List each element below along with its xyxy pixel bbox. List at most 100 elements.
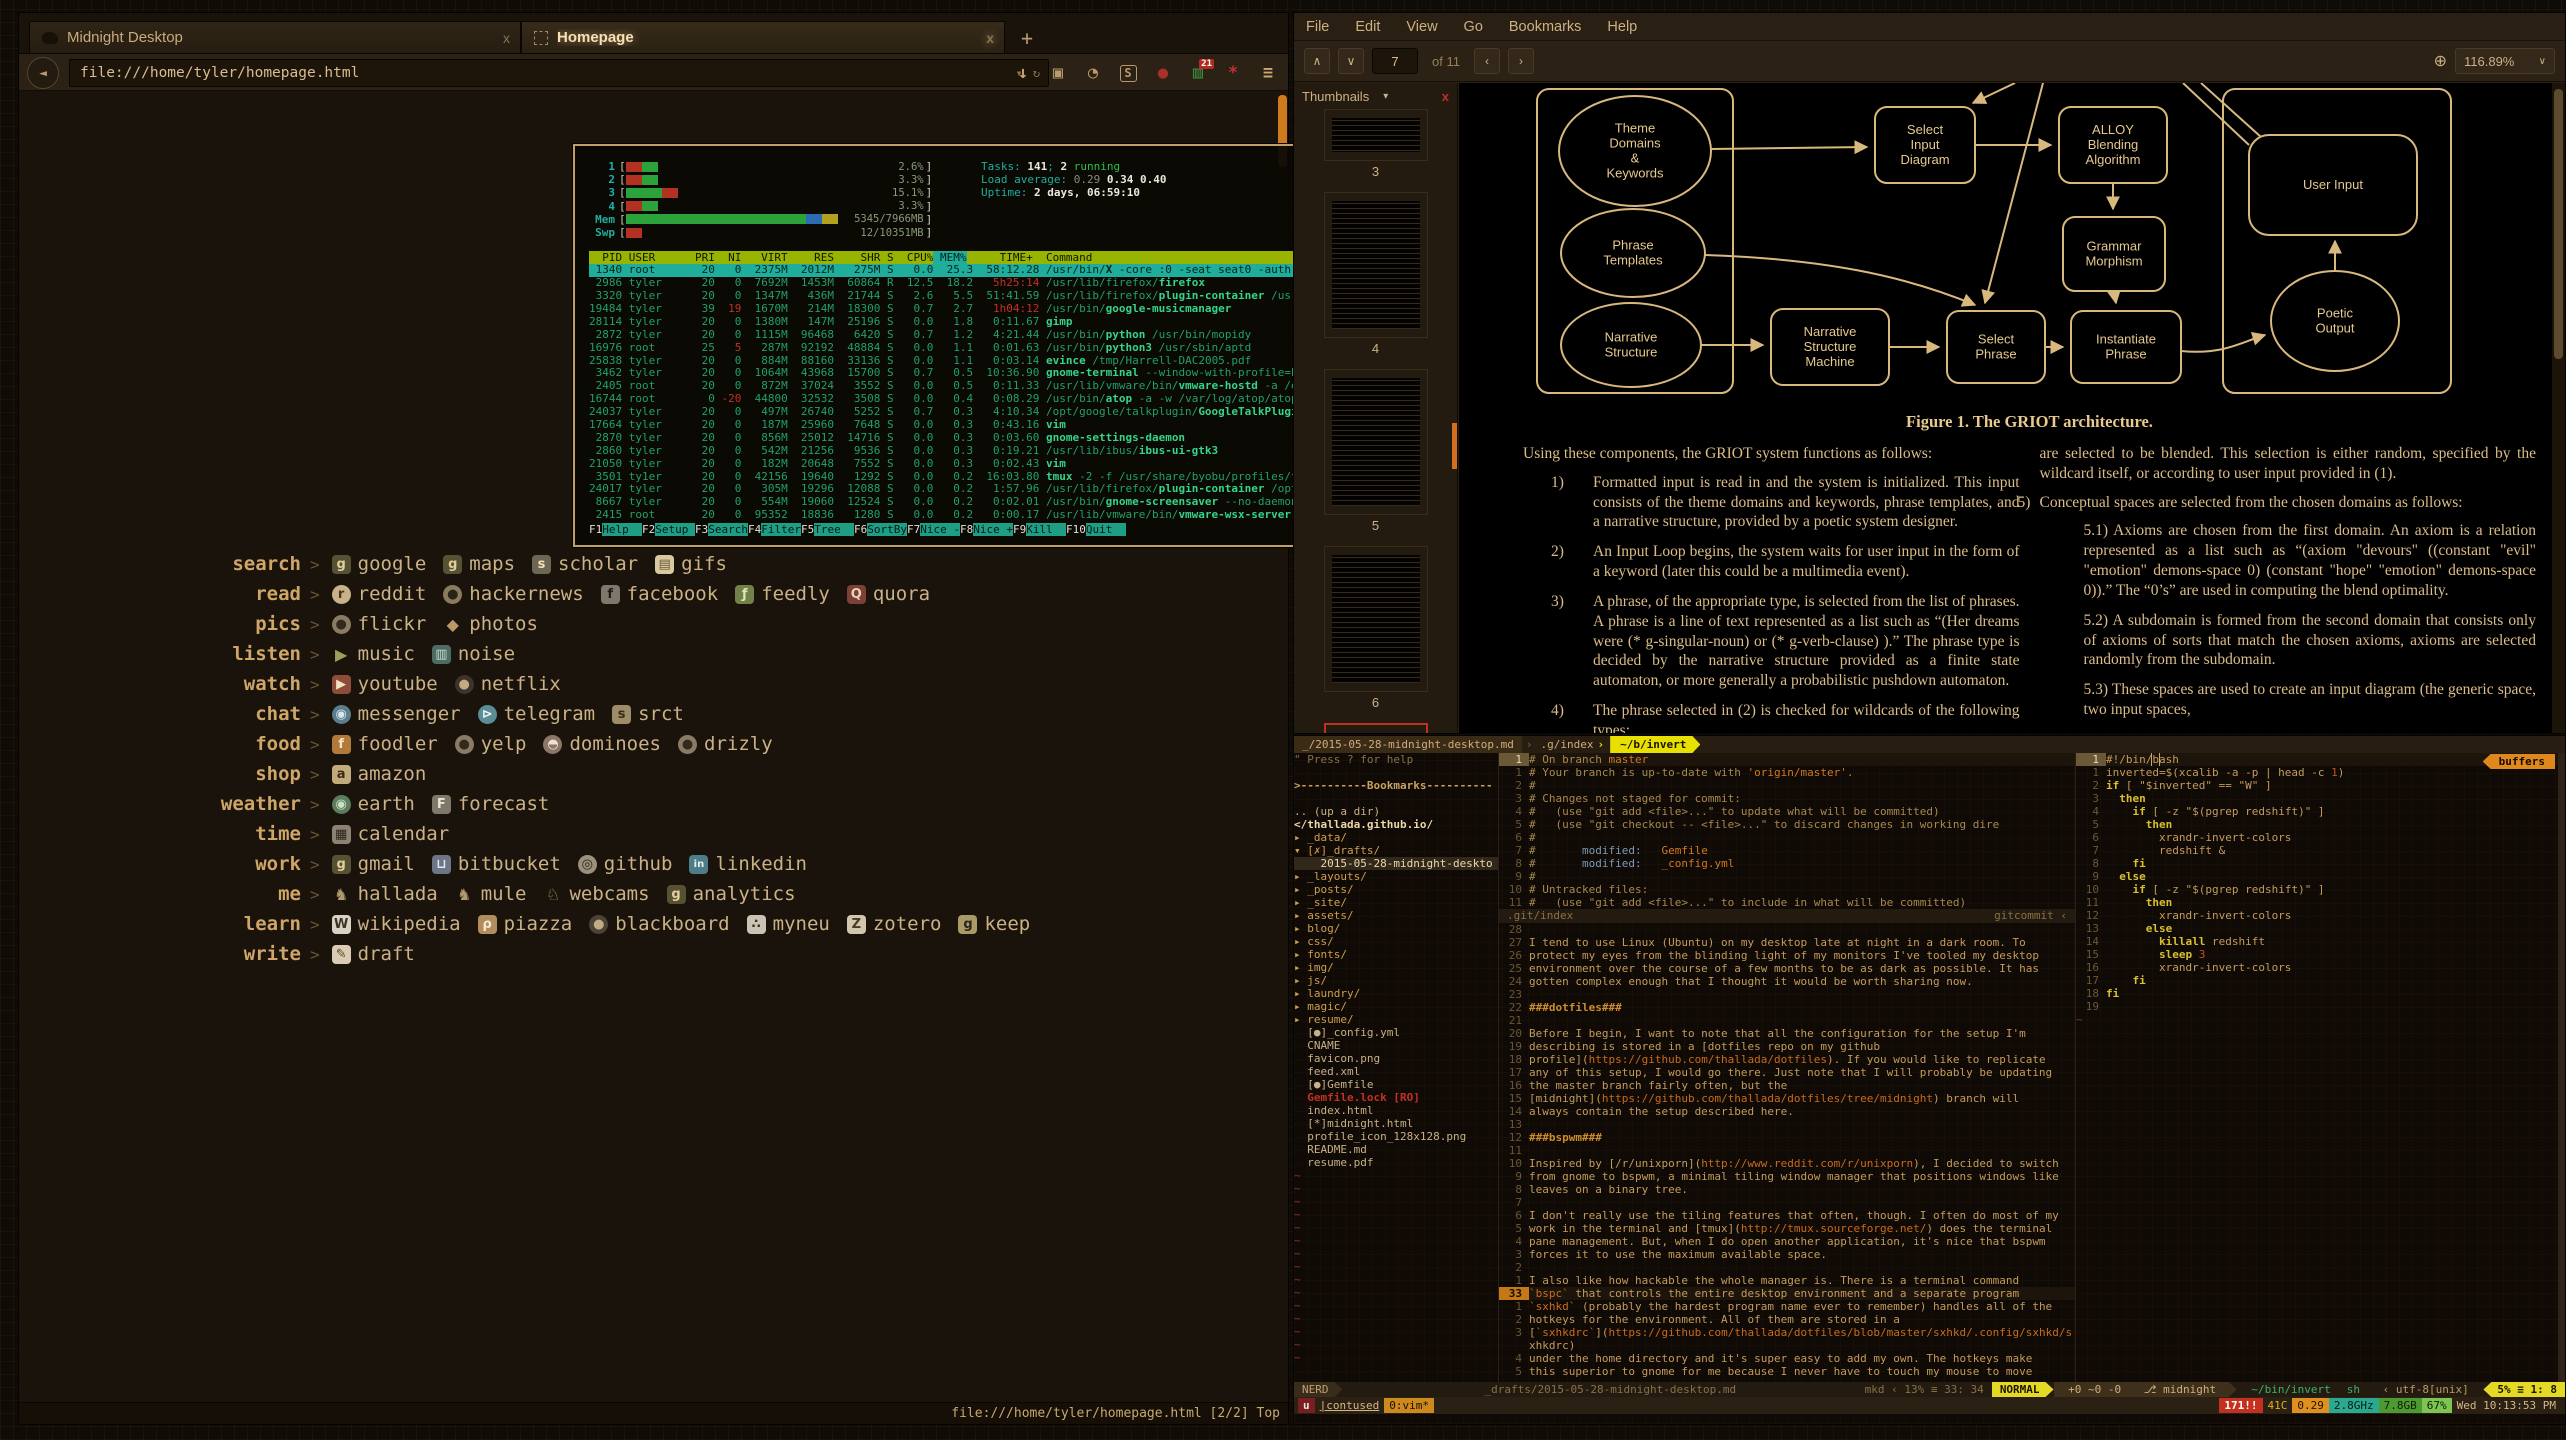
close-sidebar-icon[interactable]: x [1442, 89, 1449, 104]
link-messenger[interactable]: ◉messenger [332, 703, 461, 725]
close-tab-icon[interactable]: x [503, 30, 510, 46]
fkey-F3[interactable]: F3Search [695, 523, 748, 536]
link-gmail[interactable]: ggmail [332, 853, 415, 875]
link-scholar[interactable]: sscholar [532, 553, 638, 575]
process-row[interactable]: 2415 root 20 0 95352 18836 1280 S 0.0 0.… [589, 509, 1310, 522]
tab-midnight-desktop[interactable]: Midnight Desktop x [29, 21, 521, 53]
link-foodler[interactable]: ffoodler [332, 733, 438, 755]
menu-help[interactable]: Help [1607, 19, 1637, 35]
tree-item[interactable]: ▸ _data/ [1294, 831, 1498, 844]
tree-item[interactable]: ▸ _posts/ [1294, 883, 1498, 896]
new-tab-button[interactable]: + [1005, 24, 1049, 52]
tree-item[interactable]: ▸ assets/ [1294, 909, 1498, 922]
fkey-F5[interactable]: F5Tree [801, 523, 854, 536]
thumbnail-page-6[interactable] [1324, 546, 1428, 692]
back-button[interactable]: ◄ [27, 57, 59, 89]
tree-item[interactable]: profile_icon_128x128.png [1294, 1130, 1498, 1143]
tree-item[interactable]: ▾ [✗]_drafts/ [1294, 844, 1498, 857]
link-github[interactable]: ◎github [578, 853, 673, 875]
fkey-F9[interactable]: F9Kill [1013, 523, 1066, 536]
adblock-icon[interactable]: ● [1153, 62, 1173, 84]
link-flickr[interactable]: ●flickr [332, 613, 427, 635]
page-up-button[interactable]: ∧ [1304, 48, 1330, 74]
sort-column-mem[interactable]: MEM% [933, 251, 966, 264]
sidebar-mode-label[interactable]: Thumbnails [1302, 89, 1369, 104]
link-amazon[interactable]: aamazon [332, 763, 427, 785]
thumbnail-page-3[interactable] [1324, 109, 1428, 161]
tree-tabs-icon[interactable]: ▥21 [1188, 62, 1208, 84]
menu-edit[interactable]: Edit [1355, 19, 1380, 35]
pdf-scrollbar[interactable] [2552, 83, 2565, 733]
link-music[interactable]: ▶music [332, 643, 415, 665]
buffers-tab[interactable]: buffers [2483, 754, 2555, 769]
link-hallada[interactable]: ♞hallada [332, 883, 438, 905]
link-linkedin[interactable]: inlinkedin [689, 853, 807, 875]
link-piazza[interactable]: ρpiazza [478, 913, 573, 935]
link-gifs[interactable]: ▤gifs [655, 553, 727, 575]
tree-item[interactable]: " Press ? for help [1294, 753, 1498, 766]
link-reddit[interactable]: rreddit [332, 583, 427, 605]
tree-item[interactable]: index.html [1294, 1104, 1498, 1117]
link-telegram[interactable]: ⊳telegram [478, 703, 596, 725]
tree-item[interactable]: ▸ _site/ [1294, 896, 1498, 909]
link-youtube[interactable]: ▶youtube [332, 673, 438, 695]
link-feedly[interactable]: ƒfeedly [735, 583, 830, 605]
tree-item[interactable] [1294, 766, 1498, 779]
tab-homepage[interactable]: Homepage x [521, 21, 1005, 53]
tree-item[interactable]: ▸ resume/ [1294, 1013, 1498, 1026]
link-netflix[interactable]: ●netflix [455, 673, 561, 695]
menu-icon[interactable]: ≡ [1258, 62, 1278, 84]
link-yelp[interactable]: ●yelp [455, 733, 527, 755]
tree-item[interactable]: >----------Bookmarks---------- [1294, 779, 1498, 792]
tree-item[interactable]: README.md [1294, 1143, 1498, 1156]
fkey-F7[interactable]: F7Nice - [907, 523, 960, 536]
tree-item[interactable]: ▸ laundry/ [1294, 987, 1498, 1000]
download-icon[interactable]: ↓ [1013, 62, 1033, 84]
chevron-down-icon[interactable]: ▾ [1383, 91, 1388, 102]
tree-item[interactable]: .. (up a dir) [1294, 805, 1498, 818]
tree-item[interactable] [1294, 792, 1498, 805]
link-myneu[interactable]: ∴myneu [747, 913, 830, 935]
menu-bookmarks[interactable]: Bookmarks [1509, 19, 1582, 35]
tree-item[interactable]: [●]Gemfile [1294, 1078, 1498, 1091]
tree-item[interactable]: [*]midnight.html [1294, 1117, 1498, 1130]
thumbnail-selected-partial[interactable] [1324, 723, 1428, 733]
link-dominoes[interactable]: ◓dominoes [543, 733, 661, 755]
history-back-button[interactable]: ‹ [1474, 48, 1500, 74]
link-drizly[interactable]: ●drizly [678, 733, 773, 755]
vim-tab-invert-active[interactable]: ~/b/invert [1610, 736, 1700, 753]
addons-icon[interactable]: ▣ [1048, 62, 1068, 84]
page-number-input[interactable]: 7 [1372, 48, 1418, 74]
tree-item[interactable]: ▸ img/ [1294, 961, 1498, 974]
link-srct[interactable]: ssrct [612, 703, 684, 725]
link-maps[interactable]: gmaps [443, 553, 515, 575]
tree-item[interactable]: [●]_config.yml [1294, 1026, 1498, 1039]
link-google[interactable]: ggoogle [332, 553, 427, 575]
vim-tab-markdown[interactable]: _/2015-05-28-midnight-desktop.md [1294, 736, 1522, 753]
tree-item[interactable]: </thallada.github.io/ [1294, 818, 1498, 831]
tree-item[interactable]: ▸ js/ [1294, 974, 1498, 987]
fkey-F4[interactable]: F4Filter [748, 523, 801, 536]
tree-item[interactable]: CNAME [1294, 1039, 1498, 1052]
script-pane-scrollbar[interactable] [2558, 753, 2565, 1382]
zoom-fit-icon[interactable]: ⊕ [2434, 51, 2447, 71]
tree-item[interactable]: ▸ css/ [1294, 935, 1498, 948]
fkey-F6[interactable]: F6SortBy [854, 523, 907, 536]
fkey-F1[interactable]: F1Help [589, 523, 642, 536]
link-webcams[interactable]: ♘webcams [543, 883, 649, 905]
link-hackernews[interactable]: ●hackernews [443, 583, 583, 605]
tree-item[interactable]: ▸ blog/ [1294, 922, 1498, 935]
menu-view[interactable]: View [1406, 19, 1437, 35]
link-earth[interactable]: ◉earth [332, 793, 415, 815]
sidebar-scrollbar-thumb[interactable] [1452, 423, 1457, 469]
tree-item[interactable]: Gemfile.lock [RO] [1294, 1091, 1498, 1104]
link-wikipedia[interactable]: Wwikipedia [332, 913, 461, 935]
link-bitbucket[interactable]: ⊔bitbucket [432, 853, 561, 875]
tree-item[interactable]: ▸ _layouts/ [1294, 870, 1498, 883]
link-analytics[interactable]: ganalytics [667, 883, 796, 905]
url-input[interactable]: file:///home/tyler/homepage.html ▾ ↻ [69, 59, 1049, 87]
fkey-F2[interactable]: F2Setup [642, 523, 695, 536]
link-calendar[interactable]: ▦calendar [332, 823, 450, 845]
thumbnail-page-5[interactable] [1324, 369, 1428, 515]
link-facebook[interactable]: ffacebook [601, 583, 719, 605]
